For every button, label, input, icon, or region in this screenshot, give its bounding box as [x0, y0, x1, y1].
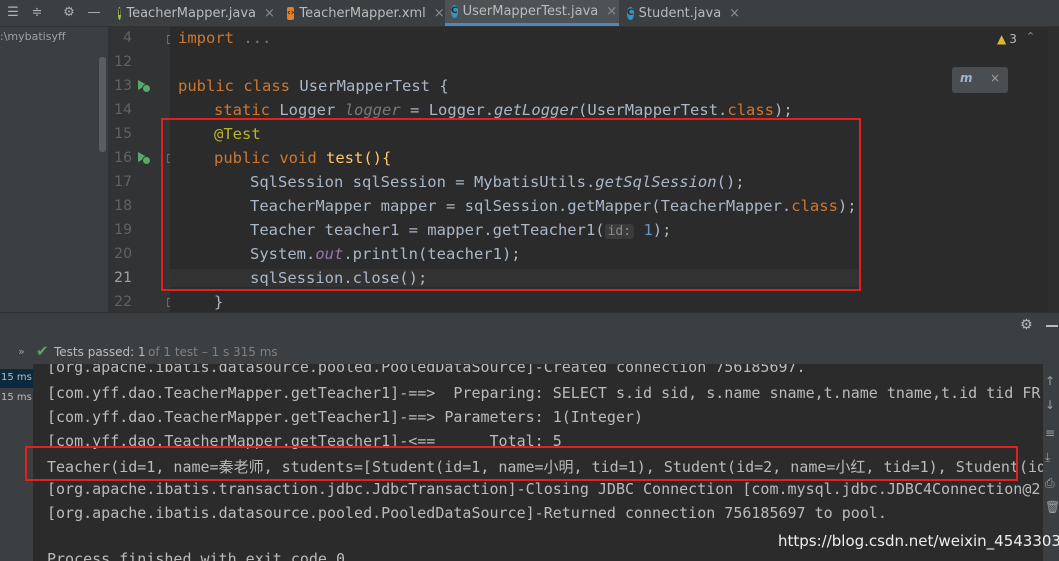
console-line: [org.apache.ibatis.datasource.pooled.Poo… [47, 504, 887, 522]
java-class-icon: C [627, 6, 634, 20]
chevron-up-icon[interactable]: ⌃ [1026, 30, 1035, 43]
code-token: ); [774, 101, 793, 119]
watermark: https://blog.csdn.net/weixin_45433031 [778, 532, 1059, 550]
close-icon[interactable]: × [729, 6, 740, 21]
scroll-to-end-icon[interactable]: ⤓ [1045, 450, 1050, 465]
tab-label: TeacherMapper.java [126, 5, 256, 21]
tab-label: UserMapperTest.java [462, 4, 599, 19]
line-number: 18 [114, 198, 132, 214]
code-token: = [410, 101, 420, 119]
test-status-label: Tests passed: 1 [54, 345, 146, 359]
code-token: import [178, 29, 234, 47]
code-token: } [214, 293, 224, 311]
folded-imports[interactable]: ... [243, 29, 271, 47]
run-test-method-icon[interactable] [137, 151, 151, 165]
console-line: [com.yff.dao.TeacherMapper.getTeacher1]-… [47, 384, 1041, 402]
line-number: 14 [114, 102, 132, 118]
code-line-13: public class UserMapperTest { [178, 77, 449, 95]
expand-all-icon[interactable]: ≑ [28, 4, 46, 22]
console-line: [com.yff.dao.TeacherMapper.getTeacher1]-… [47, 408, 644, 426]
code-line-22: } [214, 293, 223, 311]
editor-tab-bar: ☰ ≑ ⚙ — I TeacherMapper.java × ‹› Teache… [0, 0, 1059, 27]
code-token: class [727, 101, 775, 119]
line-number: 15 [114, 126, 132, 142]
line-number: 22 [114, 294, 132, 310]
line-number: 12 [114, 54, 132, 70]
test-duration: 15 ms [1, 372, 32, 383]
console-line: [org.apache.ibatis.datasource.pooled.Poo… [47, 364, 806, 376]
code-line-4: import ... [178, 29, 271, 47]
minimize-icon[interactable] [1046, 325, 1058, 327]
chevron-expand-icon[interactable]: » [18, 345, 25, 358]
line-number: 17 [114, 174, 132, 190]
console-line: [org.apache.ibatis.transaction.jdbc.Jdbc… [47, 480, 1041, 498]
line-number: 13 [114, 78, 132, 94]
mybatis-plugin-icon[interactable]: m [960, 71, 973, 85]
test-passed-icon: ✔ [36, 342, 49, 360]
close-icon[interactable]: × [434, 6, 445, 21]
editor-scrollbar[interactable] [1048, 27, 1059, 312]
soft-wrap-icon[interactable]: ≡ [1045, 426, 1055, 440]
arrow-up-icon[interactable]: ↑ [1045, 374, 1055, 388]
code-token: logger [344, 101, 401, 119]
tab-student-java[interactable]: C Student.java × [621, 0, 741, 26]
highlight-box-result [25, 446, 1018, 481]
hide-icon[interactable]: — [85, 4, 103, 22]
test-status-bar: » ✔ Tests passed: 1 of 1 test – 1 s 315 … [0, 340, 1059, 364]
code-line-14: static Logger logger = Logger.getLogger(… [214, 101, 793, 119]
code-token: public [178, 77, 234, 95]
code-token: Logger. [428, 101, 495, 119]
tab-teachermapper-xml[interactable]: ‹› TeacherMapper.xml × [281, 0, 445, 26]
java-class-icon: C [451, 5, 458, 18]
code-token: (UserMapperTest. [578, 101, 728, 119]
code-token: Logger [279, 101, 336, 119]
test-status-text: Tests passed: [54, 345, 135, 359]
project-panel: :\mybatisyff [0, 27, 108, 312]
project-path: :\mybatisyff [0, 30, 66, 43]
code-token: getLogger [494, 101, 579, 119]
close-icon[interactable]: × [264, 6, 275, 21]
tab-label: Student.java [638, 5, 722, 21]
run-test-class-icon[interactable] [137, 79, 151, 93]
close-icon[interactable]: × [606, 4, 617, 19]
line-number-current: 21 [114, 270, 132, 286]
editor-nav-arrows[interactable]: ⌃ [1026, 30, 1035, 43]
test-tree-item[interactable]: 15 ms [0, 389, 33, 408]
code-token: static [214, 101, 270, 119]
code-token: UserMapperTest { [299, 77, 449, 95]
line-number: 19 [114, 222, 132, 238]
tab-label: TeacherMapper.xml [299, 5, 426, 21]
code-token: class [243, 77, 291, 95]
line-number: 16 [114, 150, 132, 166]
test-status-detail: of 1 test – 1 s 315 ms [148, 345, 278, 359]
collapse-all-icon[interactable]: ☰ [4, 4, 22, 22]
highlight-box-test-method [161, 118, 861, 291]
xml-file-icon: ‹› [287, 6, 295, 20]
close-icon[interactable]: × [990, 71, 1000, 85]
print-icon[interactable]: ⎙ [1045, 476, 1055, 491]
arrow-down-icon[interactable]: ↓ [1045, 398, 1055, 412]
run-tool-header: ⚙ [0, 312, 1059, 341]
warning-count: 3 [1009, 32, 1017, 46]
inspection-warnings[interactable]: ▲ 3 [997, 32, 1017, 46]
java-class-icon: I [118, 6, 122, 20]
test-tree-item[interactable]: 15 ms [0, 369, 33, 388]
settings-icon[interactable]: ⚙ [60, 4, 78, 22]
test-duration: 15 ms [1, 392, 32, 403]
settings-icon[interactable]: ⚙ [1020, 317, 1033, 333]
console-line: Process finished with exit code 0 [47, 550, 346, 561]
tab-usermappertest-java[interactable]: C UserMapperTest.java × [445, 0, 619, 26]
warning-icon: ▲ [997, 32, 1007, 46]
trash-icon[interactable]: 🗑 [1045, 500, 1059, 514]
test-passed-count: 1 [138, 345, 146, 359]
line-number: 20 [114, 246, 132, 262]
mybatis-popup[interactable]: m × [952, 67, 1008, 93]
line-number: 4 [123, 30, 132, 46]
tab-teachermapper-java[interactable]: I TeacherMapper.java × [112, 0, 280, 26]
